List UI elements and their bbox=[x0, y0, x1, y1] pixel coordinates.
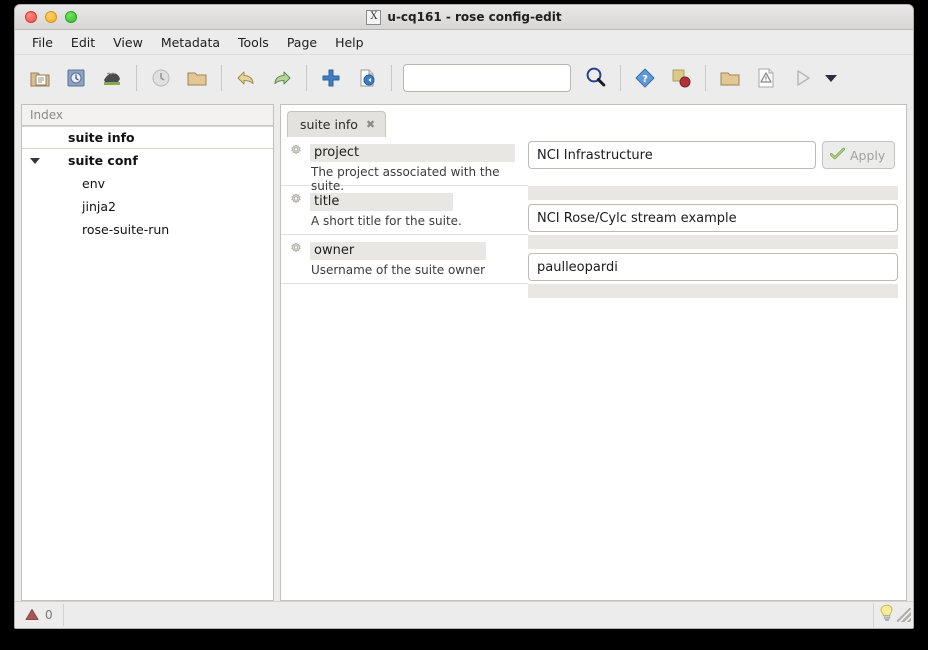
menu-view[interactable]: View bbox=[104, 32, 152, 53]
menu-file[interactable]: File bbox=[23, 32, 62, 53]
menu-page[interactable]: Page bbox=[278, 32, 326, 53]
form-help-text: A short title for the suite. bbox=[311, 214, 462, 228]
form-row-owner: owner Username of the suite owner bbox=[281, 235, 528, 284]
close-icon[interactable]: ✖ bbox=[366, 119, 375, 130]
sidebar-item-jinja2[interactable]: jinja2 bbox=[22, 195, 273, 218]
status-error-group[interactable]: 0 bbox=[19, 604, 64, 626]
toolbar-separator-1 bbox=[136, 64, 137, 91]
status-bar: 0 bbox=[15, 601, 913, 628]
apply-button-label: Apply bbox=[850, 147, 886, 163]
index-header: Index bbox=[22, 105, 273, 126]
form-key-label: project bbox=[310, 143, 515, 162]
menu-help[interactable]: Help bbox=[326, 32, 373, 53]
status-hint-group[interactable] bbox=[873, 603, 911, 627]
open-output-icon[interactable] bbox=[713, 61, 747, 95]
error-count: 0 bbox=[45, 608, 53, 622]
owner-value-input[interactable] bbox=[528, 253, 898, 281]
sidebar-item-label: env bbox=[82, 176, 106, 191]
menu-metadata[interactable]: Metadata bbox=[152, 32, 229, 53]
close-button[interactable] bbox=[25, 11, 37, 23]
title-center: X u-cq161 - rose config-edit bbox=[15, 9, 913, 25]
add-icon[interactable] bbox=[314, 61, 348, 95]
toolbar-separator-5 bbox=[620, 64, 621, 91]
checkmark-icon bbox=[830, 147, 845, 164]
sidebar-item-label: jinja2 bbox=[82, 199, 116, 214]
sidebar-item-label: suite conf bbox=[68, 153, 138, 168]
search-input[interactable] bbox=[403, 63, 571, 92]
toolbar: ? bbox=[15, 55, 913, 100]
tab-bar: suite info ✖ bbox=[281, 105, 906, 137]
svg-text:?: ? bbox=[642, 74, 648, 85]
form-row-divider bbox=[528, 284, 898, 298]
sidebar-item-label: rose-suite-run bbox=[82, 222, 170, 237]
run-suite-icon[interactable] bbox=[785, 61, 819, 95]
toolbar-separator-4 bbox=[391, 64, 392, 91]
gear-icon[interactable] bbox=[289, 192, 303, 211]
form-value-row-project: Apply bbox=[528, 137, 898, 186]
toolbar-separator-2 bbox=[221, 64, 222, 91]
toolbar-separator-6 bbox=[705, 64, 706, 91]
form-key-row: owner bbox=[289, 241, 520, 260]
form-value-column: Apply bbox=[528, 137, 906, 600]
run-options-caret-icon[interactable] bbox=[821, 61, 841, 95]
form-row-project: project The project associated with the … bbox=[281, 137, 528, 193]
title-value-input[interactable] bbox=[528, 204, 898, 232]
open-suite-icon[interactable] bbox=[23, 61, 57, 95]
title-bar: X u-cq161 - rose config-edit bbox=[15, 5, 913, 30]
check-all-icon[interactable] bbox=[144, 61, 178, 95]
sidebar-item-suite-info[interactable]: suite info bbox=[22, 126, 273, 149]
form-key-row: project bbox=[289, 143, 520, 162]
form-row-divider bbox=[528, 235, 898, 249]
lightbulb-icon[interactable] bbox=[878, 603, 896, 627]
index-pane: Index suite info suite conf env jinja2 r… bbox=[21, 104, 274, 601]
gear-icon[interactable] bbox=[289, 241, 303, 260]
form-key-label: title bbox=[310, 192, 453, 211]
maximize-button[interactable] bbox=[65, 11, 77, 23]
menu-tools[interactable]: Tools bbox=[229, 32, 278, 53]
tab-label: suite info bbox=[300, 117, 358, 132]
sidebar-item-suite-conf[interactable]: suite conf bbox=[22, 149, 273, 172]
form-row-title: title A short title for the suite. bbox=[281, 186, 528, 235]
help-icon[interactable]: ? bbox=[628, 61, 662, 95]
view-latent-icon[interactable] bbox=[664, 61, 698, 95]
form-row-divider bbox=[528, 186, 898, 200]
toolbar-separator-3 bbox=[306, 64, 307, 91]
form-key-column: project The project associated with the … bbox=[281, 137, 528, 600]
window-controls bbox=[15, 11, 77, 23]
resize-grip-icon[interactable] bbox=[897, 608, 911, 622]
tab-suite-info[interactable]: suite info ✖ bbox=[287, 111, 387, 137]
gear-icon[interactable] bbox=[289, 143, 303, 162]
form-key-label: owner bbox=[310, 241, 486, 260]
view-errors-icon[interactable] bbox=[749, 61, 783, 95]
form-value-row-owner bbox=[528, 249, 898, 284]
menu-edit[interactable]: Edit bbox=[62, 32, 104, 53]
window-title: u-cq161 - rose config-edit bbox=[387, 10, 562, 24]
error-triangle-icon bbox=[25, 606, 39, 625]
main-window: X u-cq161 - rose config-edit File Edit V… bbox=[14, 4, 914, 629]
settings-form: project The project associated with the … bbox=[281, 137, 906, 600]
x11-logo-icon: X bbox=[366, 9, 382, 25]
save-icon[interactable] bbox=[59, 61, 93, 95]
find-icon[interactable] bbox=[579, 61, 613, 95]
sidebar-item-rose-suite-run[interactable]: rose-suite-run bbox=[22, 218, 273, 241]
main-pane: suite info ✖ project The project associa… bbox=[280, 104, 907, 601]
form-value-row-title bbox=[528, 200, 898, 235]
minimize-button[interactable] bbox=[45, 11, 57, 23]
revert-icon[interactable] bbox=[350, 61, 384, 95]
sidebar-item-env[interactable]: env bbox=[22, 172, 273, 195]
menu-bar: File Edit View Metadata Tools Page Help bbox=[15, 30, 913, 55]
undo-icon[interactable] bbox=[229, 61, 263, 95]
apply-button[interactable]: Apply bbox=[822, 141, 896, 169]
redo-icon[interactable] bbox=[265, 61, 299, 95]
content-area: Index suite info suite conf env jinja2 r… bbox=[15, 100, 913, 601]
form-key-row: title bbox=[289, 192, 520, 211]
browse-icon[interactable] bbox=[95, 61, 129, 95]
form-help-text: Username of the suite owner bbox=[311, 263, 486, 277]
load-directory-icon[interactable] bbox=[180, 61, 214, 95]
chevron-down-icon[interactable] bbox=[22, 157, 48, 164]
project-value-input[interactable] bbox=[528, 141, 816, 169]
sidebar-item-label: suite info bbox=[68, 130, 135, 145]
